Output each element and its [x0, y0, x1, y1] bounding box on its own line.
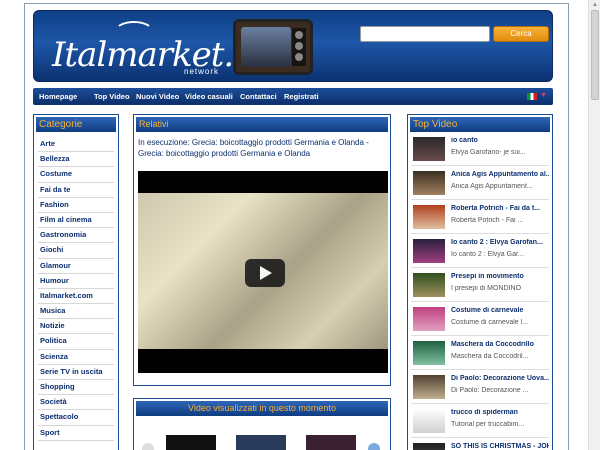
- video-player[interactable]: [138, 171, 388, 373]
- top-video-item[interactable]: Di Paolo: Decorazione Uova... Di Paolo: …: [411, 374, 549, 404]
- sidebar-item-sport[interactable]: Sport: [38, 426, 114, 441]
- scroll-thumb[interactable]: [591, 10, 599, 100]
- video-title[interactable]: Anica Agis Appuntamento al...: [451, 171, 549, 178]
- sidebar-item-musica[interactable]: Musica: [38, 304, 114, 320]
- sidebar-item-gastronomia[interactable]: Gastronomia: [38, 228, 114, 244]
- top-video-item[interactable]: Maschera da Coccodrillo Maschera da Cocc…: [411, 340, 549, 370]
- sidebar-item-serie-tv[interactable]: Serie TV in uscita: [38, 365, 114, 380]
- search-button[interactable]: Cerca: [493, 26, 549, 42]
- video-desc: Tutorial per truccabim...: [451, 421, 525, 428]
- video-title[interactable]: trucco di spiderman: [451, 409, 549, 416]
- site-header: Italmarket.tv network Cerca: [33, 10, 553, 82]
- sidebar-item-spettacolo[interactable]: Spettacolo: [38, 410, 114, 426]
- top-video-title: Top Video: [410, 117, 550, 132]
- sidebar-item-shopping[interactable]: Shopping: [38, 380, 114, 396]
- video-title[interactable]: Presepi in movimento: [451, 273, 549, 280]
- video-title[interactable]: Maschera da Coccodrillo: [451, 341, 549, 348]
- nav-top-video[interactable]: Top Video: [94, 92, 130, 101]
- top-video-item[interactable]: trucco di spiderman Tutorial per truccab…: [411, 408, 549, 438]
- sidebar-item-politica[interactable]: Politica: [38, 334, 114, 350]
- video-title[interactable]: Roberta Potrich - Fai da t...: [451, 205, 549, 212]
- video-desc: Elvya Garofano- je sui...: [451, 149, 526, 156]
- related-panel: Relativi In esecuzione: Grecia: boicotta…: [133, 114, 391, 386]
- tv-screen-image: [241, 27, 291, 67]
- top-video-item[interactable]: Roberta Potrich - Fai da t... Roberta Po…: [411, 204, 549, 234]
- category-list: Arte Bellezza Costume Fai da te Fashion …: [38, 137, 114, 441]
- video-thumbnail[interactable]: [413, 171, 445, 195]
- video-title[interactable]: io canto: [451, 137, 549, 144]
- top-video-item[interactable]: Presepi in movimento I presepi di MONDIN…: [411, 272, 549, 302]
- video-desc: Maschera da Coccodril...: [451, 353, 529, 360]
- page-container: Italmarket.tv network Cerca Homepage Top…: [24, 3, 569, 450]
- watching-thumb[interactable]: [166, 435, 216, 450]
- search-input[interactable]: [360, 26, 490, 42]
- top-video-item[interactable]: Io canto 2 : Elvya Garofan... Io canto 2…: [411, 238, 549, 268]
- nav-video-casuali[interactable]: Video casuali: [185, 92, 233, 101]
- sidebar: Categorie Arte Bellezza Costume Fai da t…: [33, 114, 119, 450]
- video-desc: Costume di carnevale l...: [451, 319, 529, 326]
- tv-logo-icon: [233, 19, 313, 75]
- sidebar-item-italmarket[interactable]: Italmarket.com: [38, 289, 114, 305]
- top-video-panel: Top Video io canto Elvya Garofano- je su…: [407, 114, 553, 450]
- video-thumbnail[interactable]: [413, 137, 445, 161]
- page-scrollbar[interactable]: ▲: [588, 0, 600, 450]
- video-thumbnail[interactable]: [413, 409, 445, 433]
- video-thumbnail[interactable]: [413, 273, 445, 297]
- sidebar-title: Categorie: [36, 117, 116, 132]
- top-video-item[interactable]: Costume di carnevale Costume di carneval…: [411, 306, 549, 336]
- video-desc: Io canto 2 : Elvya Gar...: [451, 251, 524, 258]
- nav-homepage[interactable]: Homepage: [39, 92, 77, 101]
- carousel-right-icon[interactable]: [368, 443, 380, 450]
- sidebar-item-notizie[interactable]: Notizie: [38, 319, 114, 335]
- top-video-item[interactable]: Anica Agis Appuntamento al... Anica Agis…: [411, 170, 549, 200]
- watching-thumb[interactable]: [306, 435, 356, 450]
- top-video-item[interactable]: SO THIS IS CHRISTMAS - JOHN...: [411, 442, 549, 450]
- video-thumbnail[interactable]: [413, 307, 445, 331]
- sidebar-item-film-al-cinema[interactable]: Film al cinema: [38, 213, 114, 229]
- sidebar-item-humour[interactable]: Humour: [38, 274, 114, 289]
- carousel-left-icon[interactable]: [142, 443, 154, 450]
- watching-now-title: Video visualizzati in questo momento: [136, 401, 388, 416]
- video-desc: I presepi di MONDINO: [451, 285, 522, 292]
- sidebar-item-giochi[interactable]: Giochi: [38, 243, 114, 259]
- video-thumbnail[interactable]: [413, 239, 445, 263]
- video-thumbnail[interactable]: [413, 205, 445, 229]
- sidebar-item-costume[interactable]: Costume: [38, 167, 114, 183]
- watching-now-panel: Video visualizzati in questo momento: [133, 398, 391, 450]
- video-title[interactable]: Costume di carnevale: [451, 307, 549, 314]
- italian-flag-icon[interactable]: [527, 93, 537, 100]
- language-dropdown-icon[interactable]: ▼: [540, 92, 547, 99]
- nav-registrati[interactable]: Registrati: [284, 92, 319, 101]
- scroll-up-icon[interactable]: ▲: [592, 2, 598, 8]
- now-playing-prefix: In esecuzione:: [138, 138, 190, 147]
- related-title: Relativi: [136, 117, 388, 132]
- watching-thumb[interactable]: [236, 435, 286, 450]
- sidebar-item-arte[interactable]: Arte: [38, 137, 114, 153]
- play-button-icon[interactable]: [245, 259, 285, 287]
- tv-knobs-icon: [292, 28, 306, 66]
- main-nav: Homepage Top Video Nuovi Video Video cas…: [33, 88, 553, 105]
- nav-nuovi-video[interactable]: Nuovi Video: [136, 92, 179, 101]
- sidebar-item-societa[interactable]: Società: [38, 395, 114, 411]
- video-desc: Anica Agis Appuntament...: [451, 183, 533, 190]
- video-thumbnail[interactable]: [413, 341, 445, 365]
- sidebar-item-fai-da-te[interactable]: Fai da te: [38, 183, 114, 198]
- sidebar-item-scienza[interactable]: Scienza: [38, 350, 114, 365]
- nav-contattaci[interactable]: Contattaci: [240, 92, 277, 101]
- now-playing: In esecuzione: Grecia: boicottaggio prod…: [138, 137, 386, 159]
- video-thumbnail[interactable]: [413, 443, 445, 450]
- video-title[interactable]: Io canto 2 : Elvya Garofan...: [451, 239, 549, 246]
- sidebar-item-glamour[interactable]: Glamour: [38, 259, 114, 274]
- video-title[interactable]: Di Paolo: Decorazione Uova...: [451, 375, 549, 382]
- video-desc: Roberta Potrich - Fai ...: [451, 217, 524, 224]
- video-desc: Di Paolo: Decorazione ...: [451, 387, 529, 394]
- logo-subtitle: network: [184, 67, 220, 76]
- sidebar-item-bellezza[interactable]: Bellezza: [38, 152, 114, 168]
- sidebar-item-fashion[interactable]: Fashion: [38, 198, 114, 213]
- video-title[interactable]: SO THIS IS CHRISTMAS - JOHN...: [451, 443, 549, 450]
- video-thumbnail[interactable]: [413, 375, 445, 399]
- top-video-item[interactable]: io canto Elvya Garofano- je sui...: [411, 136, 549, 166]
